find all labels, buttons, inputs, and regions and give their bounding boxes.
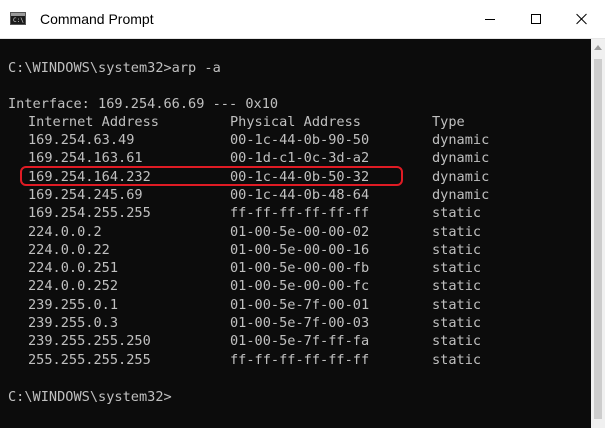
prompt-line[interactable]: C:\WINDOWS\system32>	[8, 388, 172, 406]
arp-entry-row: 239.255.0.3 01-00-5e-7f-00-03 static	[0, 314, 590, 332]
mac-address: 01-00-5e-00-00-fc	[230, 278, 370, 295]
ip-address: 169.254.255.255	[28, 205, 151, 222]
mac-address: 00-1d-c1-0c-3d-a2	[230, 150, 370, 167]
header-internet-address: Internet Address	[28, 114, 159, 130]
close-button[interactable]	[559, 0, 605, 38]
close-icon	[576, 13, 588, 25]
ip-address: 169.254.63.49	[28, 132, 135, 148]
ip-address: 224.0.0.252	[28, 278, 119, 295]
entry-type: dynamic	[432, 168, 490, 185]
arp-entry-row: 169.254.163.61 00-1d-c1-0c-3d-a2 dynamic	[0, 149, 590, 167]
arp-entry-row: 169.254.63.49 00-1c-44-0b-90-50 dynamic	[0, 131, 590, 149]
mac-address: 01-00-5e-7f-00-01	[230, 296, 370, 313]
entry-type: static	[432, 296, 482, 313]
ip-address: 169.254.163.61	[28, 150, 143, 167]
arp-entry-row: 255.255.255.255 ff-ff-ff-ff-ff-ff static	[0, 351, 590, 369]
mac-address: 01-00-5e-00-00-02	[230, 223, 370, 240]
command-prompt-window: C:\ Command Prompt C:\WINDOWS\system32>a…	[0, 0, 605, 428]
header-type: Type	[432, 114, 465, 130]
entry-type: static	[432, 315, 482, 331]
ip-address: 239.255.0.1	[28, 296, 119, 313]
highlight-box	[20, 166, 403, 186]
entry-type: dynamic	[432, 132, 490, 148]
interface-line: Interface: 169.254.66.69 --- 0x10	[8, 96, 279, 112]
ip-address: 239.255.255.250	[28, 333, 151, 350]
mac-address: 01-00-5e-7f-ff-fa	[230, 333, 370, 350]
entry-type: dynamic	[432, 150, 490, 167]
scroll-thumb[interactable]	[594, 59, 602, 419]
entry-type: static	[432, 351, 482, 368]
arp-entry-row: 239.255.255.250 01-00-5e-7f-ff-fa static	[0, 332, 590, 350]
maximize-button[interactable]	[513, 0, 559, 38]
entry-type: static	[432, 241, 482, 258]
ip-address: 239.255.0.3	[28, 315, 119, 331]
command-prompt-icon: C:\	[10, 12, 26, 25]
vertical-scrollbar[interactable]	[591, 39, 605, 428]
mac-address: 01-00-5e-7f-00-03	[230, 315, 370, 331]
arp-entry-row: 224.0.0.251 01-00-5e-00-00-fb static	[0, 259, 590, 277]
arp-entry-row: 224.0.0.2 01-00-5e-00-00-02 static	[0, 223, 590, 241]
arp-entry-row: 239.255.0.1 01-00-5e-7f-00-01 static	[0, 296, 590, 314]
entry-type: static	[432, 333, 482, 350]
entry-type: static	[432, 278, 482, 295]
entry-type: static	[432, 223, 482, 240]
arp-entry-row: 224.0.0.22 01-00-5e-00-00-16 static	[0, 241, 590, 259]
mac-address: 01-00-5e-00-00-16	[230, 241, 370, 258]
minimize-icon	[485, 18, 495, 20]
ip-address: 224.0.0.251	[28, 260, 119, 277]
scroll-up-arrow-icon[interactable]	[594, 45, 602, 50]
arp-entry-row: 224.0.0.252 01-00-5e-00-00-fc static	[0, 277, 590, 295]
header-physical-address: Physical Address	[230, 114, 361, 130]
ip-address: 224.0.0.2	[28, 223, 102, 240]
table-header: Internet Address Physical Address Type	[0, 113, 590, 131]
entry-type: static	[432, 205, 482, 222]
mac-address: 00-1c-44-0b-48-64	[230, 186, 370, 203]
console-output[interactable]: C:\WINDOWS\system32>arp -a Interface: 16…	[0, 39, 590, 428]
entry-type: dynamic	[432, 186, 490, 203]
mac-address: ff-ff-ff-ff-ff-ff	[230, 351, 370, 368]
ip-address: 169.254.245.69	[28, 186, 143, 203]
entry-type: static	[432, 260, 482, 277]
mac-address: 01-00-5e-00-00-fb	[230, 260, 370, 277]
arp-entry-row: 169.254.255.255 ff-ff-ff-ff-ff-ff static	[0, 204, 590, 222]
ip-address: 255.255.255.255	[28, 351, 151, 368]
window-title: Command Prompt	[40, 11, 154, 27]
ip-address: 224.0.0.22	[28, 241, 110, 258]
maximize-icon	[531, 14, 541, 24]
arp-entry-row: 169.254.245.69 00-1c-44-0b-48-64 dynamic	[0, 186, 590, 204]
mac-address: ff-ff-ff-ff-ff-ff	[230, 205, 370, 222]
mac-address: 00-1c-44-0b-90-50	[230, 132, 370, 148]
command-line: C:\WINDOWS\system32>arp -a	[8, 60, 221, 76]
title-bar[interactable]: C:\ Command Prompt	[0, 0, 605, 39]
minimize-button[interactable]	[467, 0, 513, 38]
